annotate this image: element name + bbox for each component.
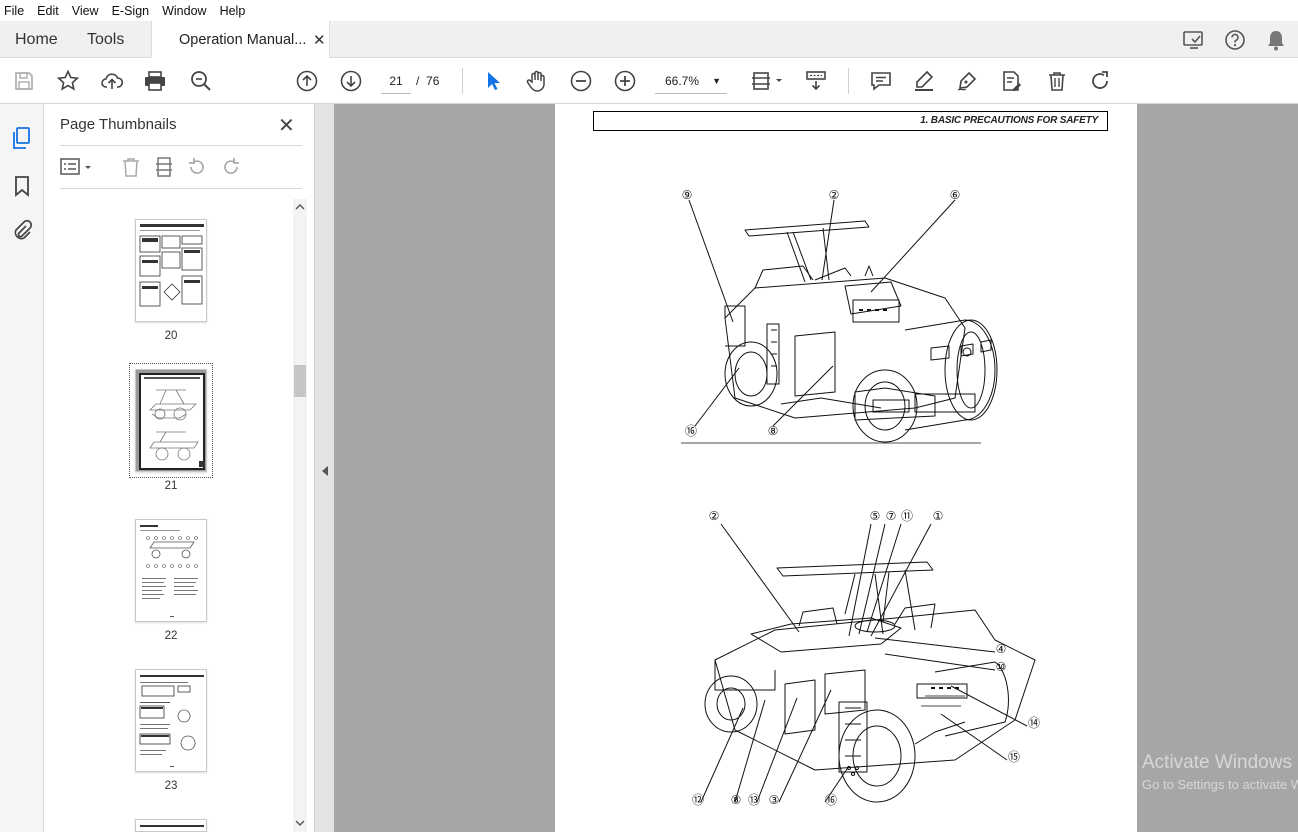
thumbnail-page-20[interactable]: [135, 219, 207, 322]
tab-home[interactable]: Home: [15, 31, 58, 49]
upload-cloud-icon[interactable]: [100, 69, 124, 93]
insert-page-icon[interactable]: [153, 156, 175, 181]
delete-trash-icon[interactable]: [1045, 69, 1069, 93]
tab-bar: Home Tools Operation Manual... ✕: [0, 21, 1298, 58]
callout-top: ⑥: [950, 188, 961, 202]
page-number-input[interactable]: 21: [381, 68, 411, 94]
collapse-arrow-icon[interactable]: [321, 465, 329, 477]
rotate-icon[interactable]: [1088, 69, 1112, 93]
scroll-down-icon[interactable]: [295, 819, 305, 827]
callout-top: ⑧: [768, 424, 779, 438]
callout-bottom: ⑪: [901, 509, 913, 523]
watermark-title: Activate Windows: [1142, 752, 1292, 773]
menu-edit[interactable]: Edit: [37, 4, 59, 18]
panel-close-icon[interactable]: ✕: [278, 113, 295, 138]
thumbnail-page-24[interactable]: [135, 819, 207, 832]
draw-pen-icon[interactable]: [955, 69, 979, 93]
save-icon[interactable]: [12, 69, 36, 93]
menu-view[interactable]: View: [72, 4, 99, 18]
callout-bottom: ⑬: [748, 793, 760, 807]
zoom-level-select[interactable]: 66.7% ▼: [655, 68, 727, 94]
panel-title: Page Thumbnails: [60, 116, 177, 133]
callout-bottom: ⑩: [996, 660, 1007, 674]
callout-bottom: ⑤: [870, 509, 881, 523]
roller-illustration: ⑨ ② ⑥ ⑯ ⑧ ② ⑤ ⑦ ⑪ ① ④ ⑩ ⑭ ⑮ ⑫ ⑧ ⑬ ③ ⑯: [681, 188, 1040, 807]
previous-page-icon[interactable]: [295, 69, 319, 93]
zoom-level-value: 66.7%: [665, 74, 700, 88]
callout-bottom: ⑮: [1008, 750, 1020, 764]
scrollbar-thumb[interactable]: [294, 365, 306, 397]
share-screen-icon[interactable]: [1182, 29, 1206, 54]
callout-bottom: ⑫: [692, 793, 704, 807]
menu-bar: File Edit View E-Sign Window Help: [0, 0, 1298, 21]
callout-bottom: ⑯: [825, 793, 837, 807]
pdf-page: 1. BASIC PRECAUTIONS FOR SAFETY ⑨ ② ⑥ ⑯ …: [555, 104, 1137, 832]
highlight-pen-icon[interactable]: [912, 69, 936, 93]
print-icon[interactable]: [143, 69, 167, 93]
toolbar-divider: [848, 68, 849, 94]
edit-text-icon[interactable]: [999, 69, 1023, 93]
scroll-mode-icon[interactable]: [804, 69, 828, 93]
thumbnail-label: 21: [164, 480, 178, 492]
select-cursor-icon[interactable]: [482, 69, 506, 93]
bookmark-star-icon[interactable]: [56, 69, 80, 93]
rotate-left-icon[interactable]: [186, 156, 208, 181]
page-thumbnails-panel: Page Thumbnails ✕ 20 21 22 23: [44, 104, 315, 832]
thumbnail-page-21[interactable]: [135, 369, 207, 472]
zoom-out-icon[interactable]: [569, 69, 593, 93]
left-navigation-rail: [0, 104, 44, 832]
panel-divider: [60, 145, 302, 146]
panel-divider: [60, 188, 302, 189]
page-fit-icon[interactable]: [749, 69, 785, 93]
thumbnail-page-22[interactable]: [135, 519, 207, 622]
callout-bottom: ②: [709, 509, 720, 523]
watermark-subtitle: Go to Settings to activate Windows.: [1142, 777, 1298, 792]
main-toolbar: 21 / 76 66.7% ▼: [0, 58, 1298, 104]
thumbnail-label: 22: [164, 630, 178, 642]
tab-tools[interactable]: Tools: [87, 31, 124, 49]
scroll-up-icon[interactable]: [295, 203, 305, 211]
menu-file[interactable]: File: [4, 4, 24, 18]
panel-collapse-handle[interactable]: [315, 104, 334, 832]
chevron-down-icon: ▼: [712, 76, 721, 86]
attachments-paperclip-icon[interactable]: [10, 219, 34, 243]
callout-bottom: ①: [933, 509, 944, 523]
hand-tool-icon[interactable]: [525, 69, 549, 93]
notification-bell-icon[interactable]: [1266, 29, 1286, 54]
next-page-icon[interactable]: [339, 69, 363, 93]
delete-page-icon[interactable]: [120, 156, 142, 181]
page-thumbnails-icon[interactable]: [10, 126, 34, 150]
menu-window[interactable]: Window: [162, 4, 206, 18]
toolbar-divider: [462, 68, 463, 94]
rotate-right-icon[interactable]: [220, 156, 242, 181]
callout-top: ⑨: [682, 188, 693, 202]
page-total: / 76: [416, 74, 440, 88]
zoom-in-icon[interactable]: [613, 69, 637, 93]
tab-document-label: Operation Manual...: [179, 32, 307, 48]
callout-bottom: ④: [996, 642, 1007, 656]
help-icon[interactable]: [1224, 29, 1246, 54]
tab-close-icon[interactable]: ✕: [313, 31, 326, 49]
callout-bottom: ⑭: [1028, 716, 1040, 730]
callout-bottom: ③: [769, 793, 780, 807]
thumbnail-options-menu[interactable]: [60, 156, 96, 181]
comment-icon[interactable]: [869, 69, 893, 93]
callout-bottom: ⑦: [886, 509, 897, 523]
bookmarks-icon[interactable]: [10, 174, 34, 198]
thumbnail-label: 23: [164, 780, 178, 792]
callout-bottom: ⑧: [731, 793, 742, 807]
document-viewport[interactable]: 1. BASIC PRECAUTIONS FOR SAFETY ⑨ ② ⑥ ⑯ …: [334, 104, 1298, 832]
menu-help[interactable]: Help: [220, 4, 246, 18]
callout-top: ②: [829, 188, 840, 202]
tab-document[interactable]: Operation Manual... ✕: [151, 21, 330, 58]
callout-top: ⑯: [685, 424, 697, 438]
menu-esign[interactable]: E-Sign: [112, 4, 150, 18]
thumbnails-scrollbar[interactable]: [293, 199, 307, 832]
zoom-search-icon[interactable]: [189, 69, 213, 93]
windows-activation-watermark: Activate Windows Go to Settings to activ…: [1142, 752, 1298, 792]
thumbnail-page-23[interactable]: [135, 669, 207, 772]
thumbnail-label: 20: [164, 330, 178, 342]
